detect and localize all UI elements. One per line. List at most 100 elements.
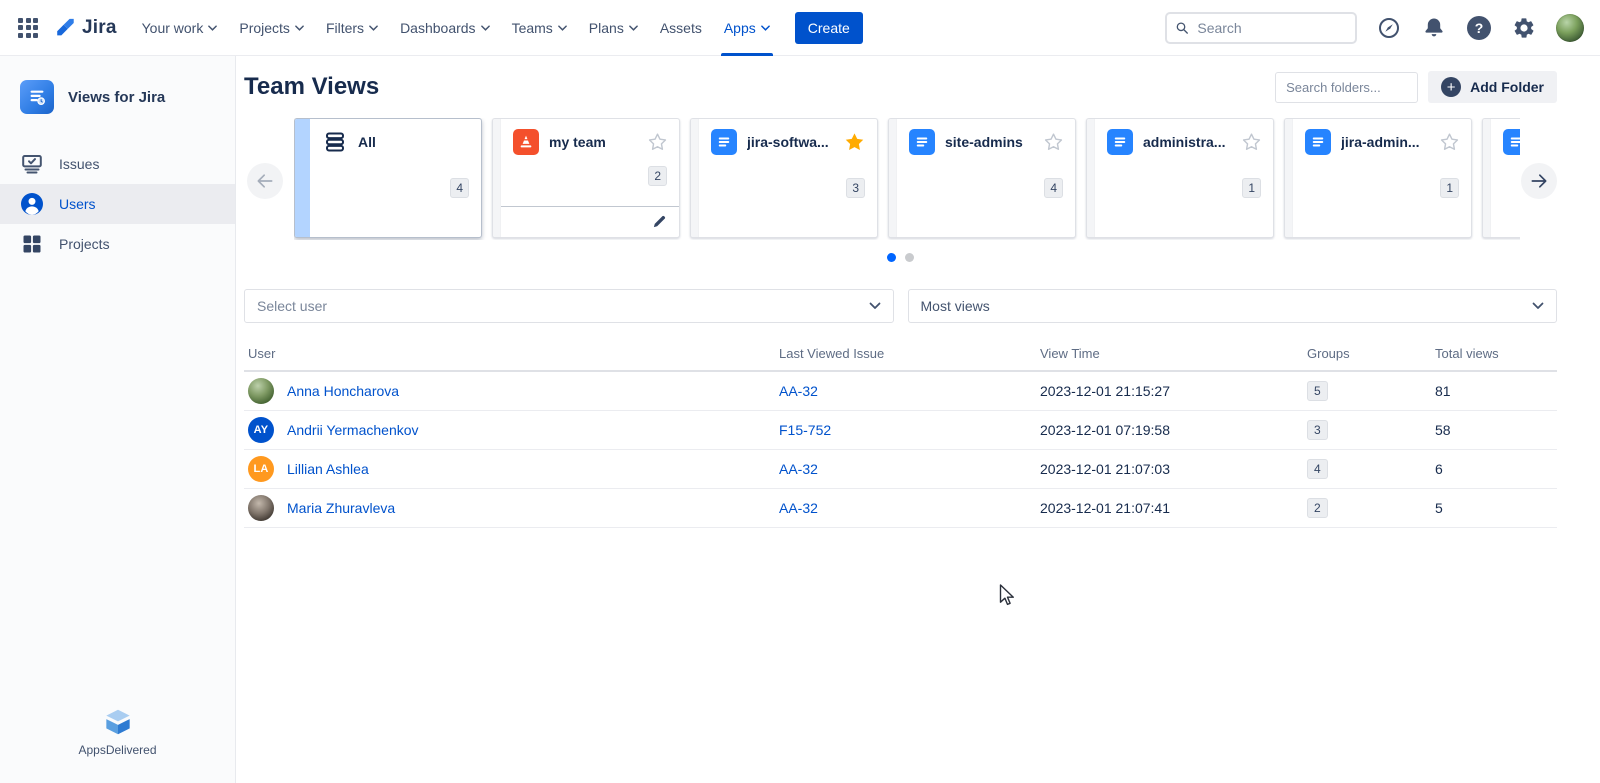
folder-count-badge: 1: [1440, 178, 1459, 198]
chevron-down-icon: [761, 25, 770, 31]
add-folder-button[interactable]: + Add Folder: [1428, 71, 1557, 103]
view-time: 2023-12-01 21:15:27: [1040, 383, 1307, 399]
star-outline-icon[interactable]: [648, 133, 667, 152]
nav-item-apps[interactable]: Apps: [713, 0, 781, 56]
app-switcher-icon[interactable]: [12, 12, 44, 44]
arrow-left-icon: [255, 171, 275, 191]
column-header-last-viewed-issue: Last Viewed Issue: [779, 346, 1040, 361]
groups-badge: 3: [1307, 420, 1328, 440]
folder-name: jira-admin...: [1341, 134, 1430, 150]
plus-icon: +: [1441, 77, 1461, 97]
discover-compass-icon[interactable]: [1376, 15, 1402, 41]
jira-logo[interactable]: Jira: [54, 17, 117, 39]
document-icon: [711, 129, 737, 155]
sidebar-item-projects[interactable]: Projects: [0, 224, 235, 264]
carousel-prev-button[interactable]: [247, 163, 283, 199]
user-name-link[interactable]: Maria Zhuravleva: [287, 500, 395, 516]
document-icon: [909, 129, 935, 155]
search-input[interactable]: [1195, 19, 1346, 37]
folder-card-administrators[interactable]: administra... 1: [1086, 118, 1274, 238]
issue-link[interactable]: F15-752: [779, 422, 831, 438]
nav-item-your-work[interactable]: Your work: [131, 0, 229, 56]
folder-count-badge: 4: [1044, 178, 1063, 198]
sidebar-app-header: Views for Jira: [0, 80, 235, 114]
document-icon: [1107, 129, 1133, 155]
view-time: 2023-12-01 21:07:03: [1040, 461, 1307, 477]
edit-pencil-icon[interactable]: [652, 214, 667, 229]
navbar-right-cluster: ?: [1165, 12, 1584, 44]
star-outline-icon[interactable]: [1242, 133, 1261, 152]
primary-navigation: Your work Projects Filters Dashboards Te…: [131, 0, 781, 56]
apps-delivered-label: AppsDelivered: [78, 743, 156, 757]
notifications-bell-icon[interactable]: [1421, 15, 1447, 41]
folder-card-my-team[interactable]: my team 2: [492, 118, 680, 238]
jira-logo-icon: [54, 17, 76, 39]
apps-delivered-logo-icon: [104, 708, 132, 736]
folder-card-site-admins[interactable]: site-admins 4: [888, 118, 1076, 238]
groups-badge: 5: [1307, 381, 1328, 401]
help-icon[interactable]: ?: [1466, 15, 1492, 41]
carousel-dot-1[interactable]: [887, 253, 896, 262]
column-header-view-time: View Time: [1040, 346, 1307, 361]
folder-card-jira-software[interactable]: jira-softwa... 3: [690, 118, 878, 238]
star-outline-icon[interactable]: [1440, 133, 1459, 152]
groups-badge: 2: [1307, 498, 1328, 518]
star-outline-icon[interactable]: [1044, 133, 1063, 152]
folder-selected-stripe: [295, 119, 310, 237]
nav-item-filters[interactable]: Filters: [315, 0, 389, 56]
table-row: Maria Zhuravleva AA-32 2023-12-01 21:07:…: [244, 489, 1557, 528]
table-row: AY Andrii Yermachenkov F15-752 2023-12-0…: [244, 411, 1557, 450]
create-button[interactable]: Create: [795, 12, 863, 44]
folder-name: my team: [549, 134, 638, 150]
user-avatar[interactable]: [1556, 14, 1584, 42]
jira-logo-text: Jira: [82, 17, 117, 39]
nav-item-plans[interactable]: Plans: [578, 0, 649, 56]
issue-link[interactable]: AA-32: [779, 461, 818, 477]
select-user-dropdown[interactable]: Select user: [244, 289, 894, 323]
chevron-down-icon: [1532, 302, 1544, 310]
folder-card-jira-admins[interactable]: jira-admin... 1: [1284, 118, 1472, 238]
chevron-down-icon: [295, 25, 304, 31]
folder-card-all[interactable]: All 4: [294, 118, 482, 238]
cone-icon: [513, 129, 539, 155]
folder-card-partial[interactable]: [1482, 118, 1520, 238]
total-views: 6: [1435, 461, 1557, 477]
chevron-down-icon: [208, 25, 217, 31]
stack-icon: [322, 129, 348, 155]
nav-item-teams[interactable]: Teams: [501, 0, 578, 56]
column-header-total-views: Total views: [1435, 346, 1557, 361]
user-name-link[interactable]: Andrii Yermachenkov: [287, 422, 419, 438]
carousel-dot-2[interactable]: [905, 253, 914, 262]
star-filled-icon[interactable]: [844, 132, 865, 153]
avatar: [248, 378, 274, 404]
view-time: 2023-12-01 21:07:41: [1040, 500, 1307, 516]
nav-item-assets[interactable]: Assets: [649, 0, 713, 56]
nav-item-dashboards[interactable]: Dashboards: [389, 0, 501, 56]
search-folders-input[interactable]: [1275, 72, 1418, 103]
folder-count-badge: 2: [648, 166, 667, 186]
total-views: 58: [1435, 422, 1557, 438]
sidebar-app-title: Views for Jira: [68, 89, 165, 106]
global-search[interactable]: [1165, 12, 1357, 44]
folder-edit-footer: [501, 206, 679, 229]
user-name-link[interactable]: Anna Honcharova: [287, 383, 399, 399]
sidebar-item-users[interactable]: Users: [0, 184, 235, 224]
settings-gear-icon[interactable]: [1511, 15, 1537, 41]
groups-badge: 4: [1307, 459, 1328, 479]
nav-item-projects[interactable]: Projects: [228, 0, 315, 56]
column-header-user: User: [244, 346, 779, 361]
folders-viewport: All 4: [294, 118, 1520, 240]
chevron-down-icon: [369, 25, 378, 31]
user-icon: [20, 192, 44, 216]
folder-count-badge: 4: [450, 178, 469, 198]
folder-name: jira-softwa...: [747, 134, 834, 150]
chevron-down-icon: [558, 25, 567, 31]
user-name-link[interactable]: Lillian Ashlea: [287, 461, 369, 477]
issue-link[interactable]: AA-32: [779, 500, 818, 516]
folder-name: administra...: [1143, 134, 1232, 150]
issue-link[interactable]: AA-32: [779, 383, 818, 399]
sort-views-dropdown[interactable]: Most views: [908, 289, 1558, 323]
sidebar-item-issues[interactable]: Issues: [0, 144, 235, 184]
carousel-next-button[interactable]: [1521, 163, 1557, 199]
issues-screen-icon: [20, 152, 44, 176]
